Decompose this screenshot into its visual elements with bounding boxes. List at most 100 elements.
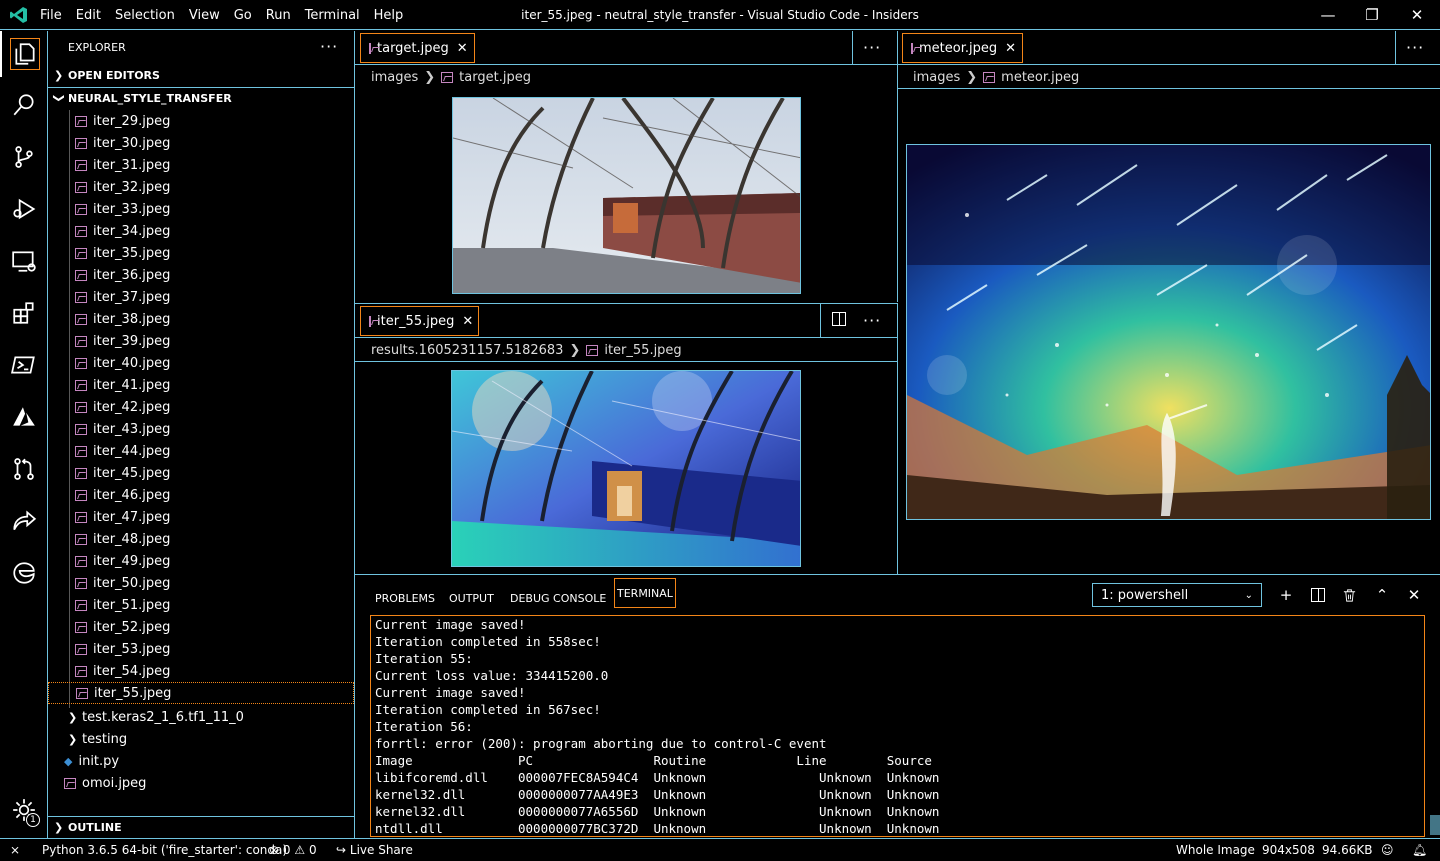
- close-window-button[interactable]: ✕: [1394, 0, 1440, 30]
- menu-terminal[interactable]: Terminal: [305, 8, 360, 23]
- file-item[interactable]: iter_31.jpeg: [48, 154, 354, 176]
- explorer-button[interactable]: [0, 31, 48, 77]
- menu-file[interactable]: File: [40, 8, 62, 23]
- tab-terminal[interactable]: TERMINAL: [614, 578, 676, 608]
- close-tab-icon[interactable]: ✕: [462, 314, 473, 329]
- file-init-py[interactable]: ◆ init.py: [48, 750, 354, 772]
- extensions-button[interactable]: [0, 290, 48, 336]
- notifications-icon[interactable]: 🔔︎: [1412, 839, 1427, 861]
- file-item[interactable]: iter_35.jpeg: [48, 242, 354, 264]
- file-item[interactable]: iter_37.jpeg: [48, 286, 354, 308]
- search-button[interactable]: [0, 82, 48, 128]
- folder-test-keras[interactable]: ❯ test.keras2_1_6.tf1_11_0: [48, 706, 354, 728]
- menu-help[interactable]: Help: [374, 8, 404, 23]
- image-zoom[interactable]: Whole Image: [1176, 839, 1255, 861]
- terminal-scrollbar[interactable]: [1430, 815, 1440, 835]
- close-tab-icon[interactable]: ✕: [1005, 41, 1016, 56]
- file-name: iter_36.jpeg: [93, 267, 171, 283]
- file-item[interactable]: iter_53.jpeg: [48, 638, 354, 660]
- file-item[interactable]: iter_48.jpeg: [48, 528, 354, 550]
- file-item[interactable]: iter_49.jpeg: [48, 550, 354, 572]
- terminal-output[interactable]: Current image saved! Iteration completed …: [370, 615, 1425, 837]
- editor-more-button[interactable]: ···: [863, 38, 881, 57]
- folder-section[interactable]: ❯ NEURAL_STYLE_TRANSFER: [48, 87, 354, 109]
- tab-debug-console[interactable]: DEBUG CONSOLE: [508, 587, 608, 611]
- outline-section[interactable]: ❯ OUTLINE: [48, 816, 354, 838]
- file-item[interactable]: iter_40.jpeg: [48, 352, 354, 374]
- breadcrumb-file[interactable]: meteor.jpeg: [1001, 70, 1079, 85]
- breadcrumb-file[interactable]: iter_55.jpeg: [604, 343, 681, 358]
- menu-view[interactable]: View: [189, 8, 220, 23]
- tab-iter-55-jpeg[interactable]: iter_55.jpeg ✕: [360, 306, 479, 336]
- live-share-status[interactable]: ↪ Live Share: [336, 839, 413, 861]
- file-item[interactable]: iter_41.jpeg: [48, 374, 354, 396]
- remote-indicator-icon[interactable]: ⨯: [10, 839, 20, 861]
- file-item[interactable]: iter_45.jpeg: [48, 462, 354, 484]
- source-control-button[interactable]: [0, 134, 48, 180]
- breadcrumb-folder[interactable]: results.1605231157.5182683: [371, 343, 563, 358]
- file-item[interactable]: iter_54.jpeg: [48, 660, 354, 682]
- open-editors-section[interactable]: ❯ OPEN EDITORS: [48, 64, 354, 86]
- problems-indicator[interactable]: ⊗ 0 ⚠ 0: [269, 839, 317, 861]
- file-item[interactable]: iter_34.jpeg: [48, 220, 354, 242]
- split-editor-icon[interactable]: [832, 312, 846, 326]
- menu-go[interactable]: Go: [234, 8, 252, 23]
- file-item[interactable]: iter_51.jpeg: [48, 594, 354, 616]
- file-item[interactable]: iter_33.jpeg: [48, 198, 354, 220]
- tab-problems[interactable]: PROBLEMS: [373, 587, 437, 611]
- pull-request-button[interactable]: [0, 446, 48, 492]
- image-file-icon: [75, 621, 87, 633]
- file-item[interactable]: iter_44.jpeg: [48, 440, 354, 462]
- breadcrumb-folder[interactable]: images: [371, 70, 418, 85]
- tab-bar: target.jpeg ✕ ···: [355, 31, 897, 65]
- file-item[interactable]: iter_42.jpeg: [48, 396, 354, 418]
- file-item[interactable]: iter_39.jpeg: [48, 330, 354, 352]
- tab-meteor-jpeg[interactable]: meteor.jpeg ✕: [902, 33, 1023, 63]
- menu-selection[interactable]: Selection: [115, 8, 175, 23]
- close-panel-icon[interactable]: ✕: [1402, 583, 1426, 607]
- trash-icon[interactable]: [1337, 583, 1361, 607]
- terminal-select[interactable]: 1: powershell ⌄: [1092, 583, 1262, 607]
- minimize-button[interactable]: —: [1305, 0, 1351, 30]
- powershell-button[interactable]: [0, 342, 48, 388]
- maximize-panel-icon[interactable]: ⌃: [1370, 583, 1394, 607]
- file-item[interactable]: iter_38.jpeg: [48, 308, 354, 330]
- menu-edit[interactable]: Edit: [76, 8, 101, 23]
- file-item[interactable]: iter_29.jpeg: [48, 110, 354, 132]
- split-terminal-icon[interactable]: [1306, 583, 1330, 607]
- file-item[interactable]: iter_47.jpeg: [48, 506, 354, 528]
- file-item[interactable]: iter_52.jpeg: [48, 616, 354, 638]
- file-item[interactable]: iter_36.jpeg: [48, 264, 354, 286]
- breadcrumb-folder[interactable]: images: [913, 70, 960, 85]
- python-interpreter[interactable]: Python 3.6.5 64-bit ('fire_starter': con…: [42, 839, 287, 861]
- tab-target-jpeg[interactable]: target.jpeg ✕: [360, 33, 475, 63]
- edge-icon: [13, 562, 35, 584]
- explorer-more-button[interactable]: ···: [320, 37, 338, 56]
- image-file-icon: [75, 423, 87, 435]
- breadcrumb-file[interactable]: target.jpeg: [459, 70, 531, 85]
- run-debug-button[interactable]: [0, 186, 48, 232]
- file-item[interactable]: iter_55.jpeg: [48, 682, 354, 704]
- file-item[interactable]: iter_32.jpeg: [48, 176, 354, 198]
- file-item[interactable]: iter_50.jpeg: [48, 572, 354, 594]
- remote-explorer-button[interactable]: [0, 238, 48, 284]
- file-item[interactable]: iter_46.jpeg: [48, 484, 354, 506]
- feedback-icon[interactable]: ☺: [1381, 839, 1394, 861]
- azure-button[interactable]: [0, 394, 48, 440]
- close-tab-icon[interactable]: ✕: [457, 41, 468, 56]
- folder-testing[interactable]: ❯ testing: [48, 728, 354, 750]
- file-omoi-jpeg[interactable]: omoi.jpeg: [48, 772, 354, 794]
- terminal-line: Iteration 56:: [375, 719, 473, 734]
- file-item[interactable]: iter_30.jpeg: [48, 132, 354, 154]
- menu-run[interactable]: Run: [266, 8, 291, 23]
- edge-button[interactable]: [0, 550, 48, 596]
- image-file-icon: [75, 313, 87, 325]
- live-share-button[interactable]: [0, 498, 48, 544]
- new-terminal-icon[interactable]: +: [1274, 583, 1298, 607]
- editor-more-button[interactable]: ···: [1406, 38, 1424, 57]
- file-item[interactable]: iter_43.jpeg: [48, 418, 354, 440]
- maximize-button[interactable]: ❐: [1349, 0, 1395, 30]
- tab-output[interactable]: OUTPUT: [447, 587, 496, 611]
- editor-more-button[interactable]: ···: [863, 311, 881, 330]
- manage-button[interactable]: 1: [0, 787, 48, 833]
